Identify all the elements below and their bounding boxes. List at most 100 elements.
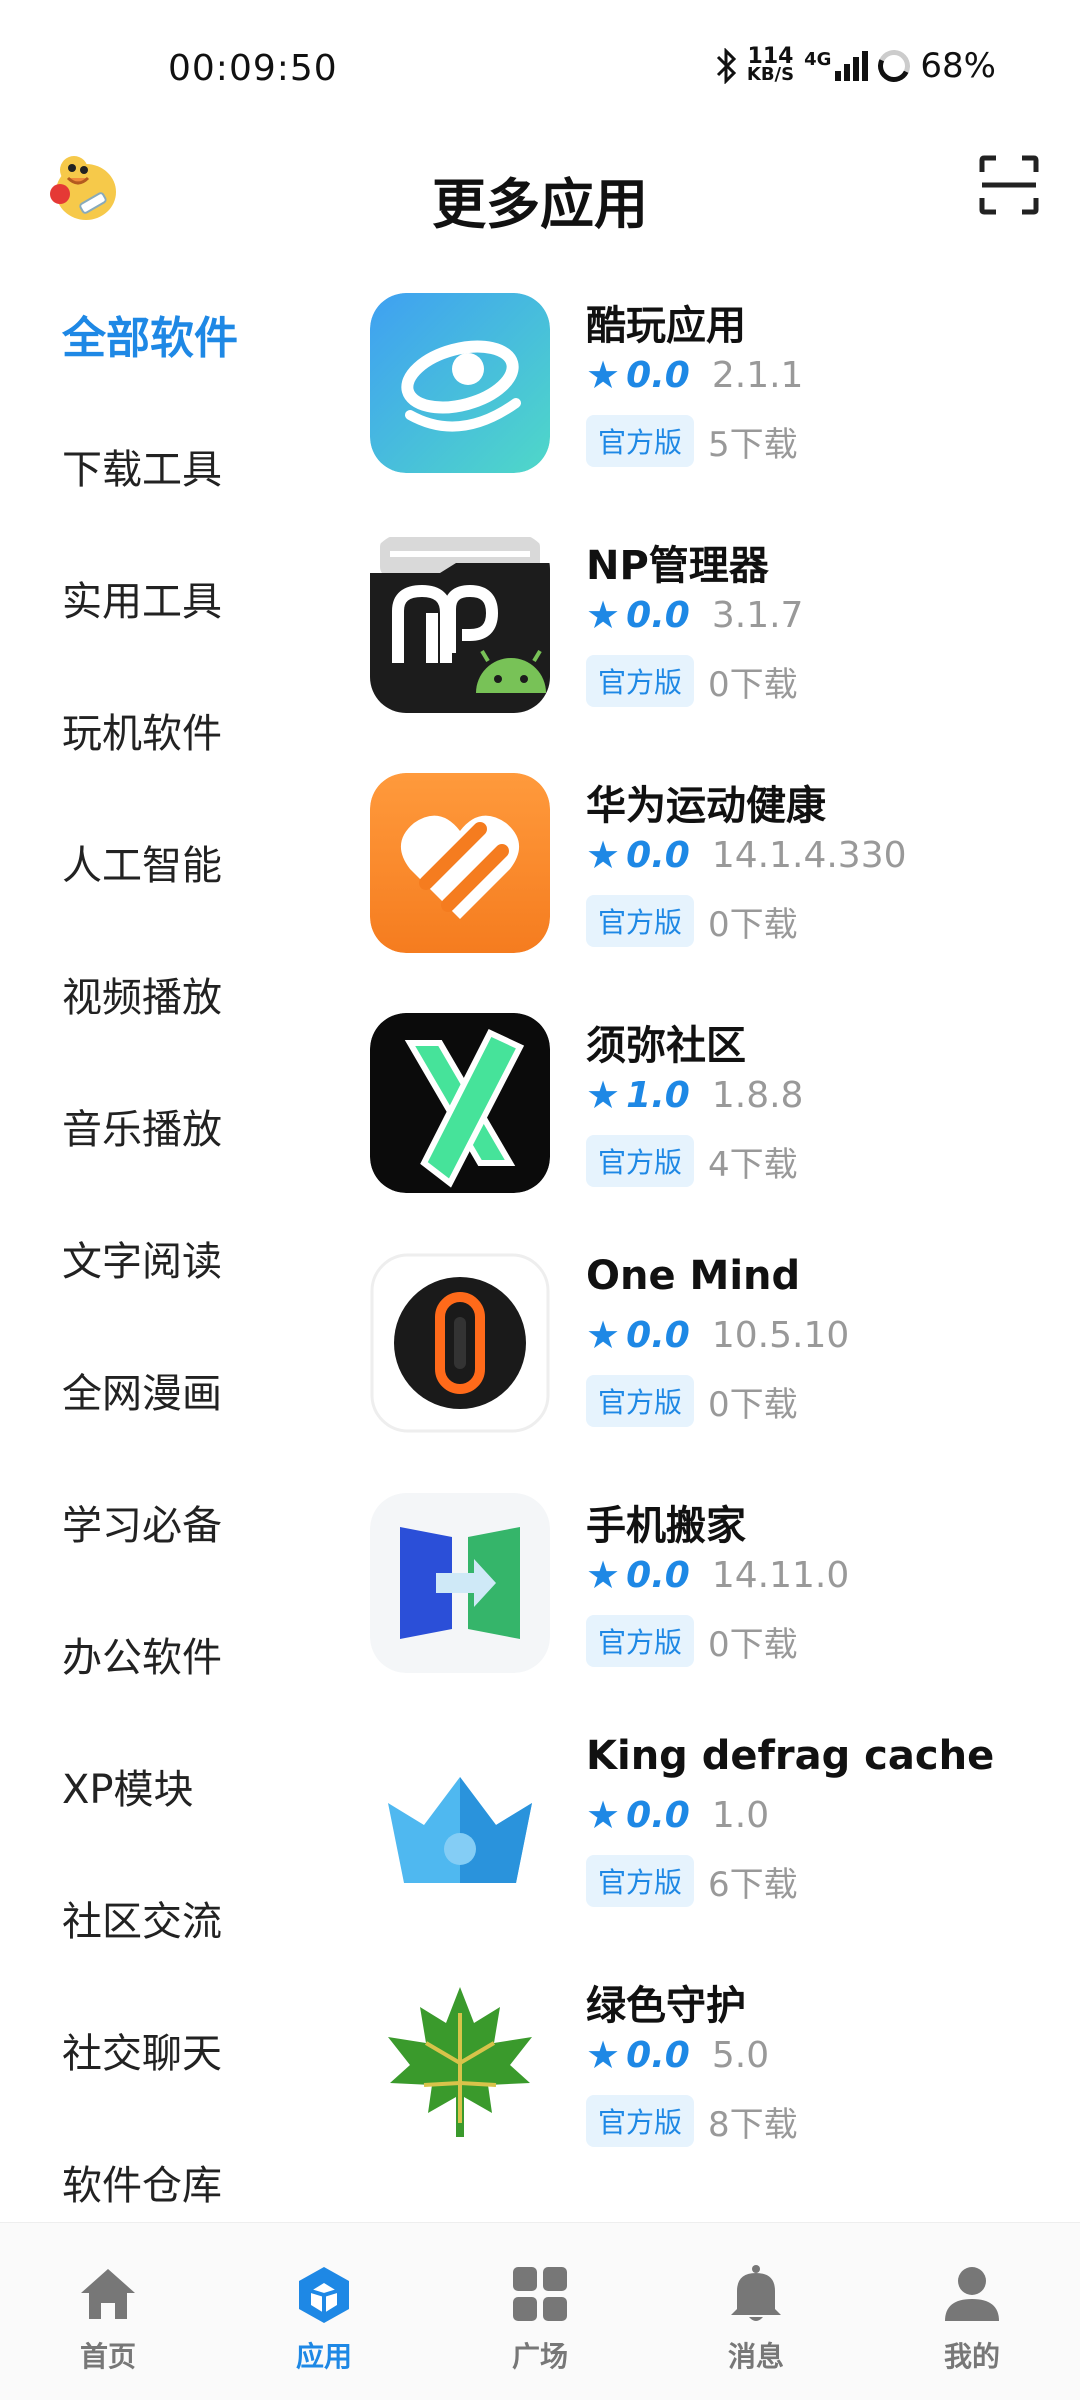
app-rating: 0.0 [626,354,690,396]
star-icon: ★ [586,1073,621,1117]
download-count: 0下载 [708,1384,798,1425]
app-version: 1.8.8 [711,1074,804,1116]
sidebar-item-utility-tools[interactable]: 实用工具 [0,532,330,664]
app-meta: ★ 0.0 3.1.7 [586,593,803,637]
maple-leaf-icon [370,1973,550,2153]
sidebar-item-social-chat[interactable]: 社交聊天 [0,1984,330,2116]
one-mind-icon [370,1253,550,1433]
list-item[interactable]: 酷玩应用 ★ 0.0 2.1.1 官方版 5下载 [370,283,1060,523]
official-badge: 官方版 [586,1615,695,1667]
app-rating: 0.0 [626,1794,690,1836]
download-count: 0下载 [708,1624,798,1665]
status-icons: 114 KB/S 4G 68% [715,44,996,88]
list-item[interactable]: King defrag cache ★ 0.0 1.0 官方版 6下载 [370,1723,1060,1963]
scan-icon[interactable] [978,154,1040,216]
kuwan-icon [370,293,550,473]
download-count: 0下载 [708,664,798,705]
app-version: 1.0 [711,1794,770,1836]
bluetooth-icon [716,48,737,84]
app-rating: 0.0 [626,1314,690,1356]
nav-messages[interactable]: 消息 [648,2223,864,2400]
sidebar-item-download-tools[interactable]: 下载工具 [0,400,330,532]
app-version: 14.11.0 [711,1554,850,1596]
app-rating: 0.0 [626,2034,690,2076]
download-count: 5下载 [708,424,798,465]
np-manager-icon [370,537,550,713]
app-version: 14.1.4.330 [711,834,907,876]
app-version: 2.1.1 [711,354,804,396]
nav-plaza[interactable]: 广场 [432,2223,648,2400]
battery-icon [873,45,915,87]
official-badge: 官方版 [586,1135,695,1187]
user-icon [945,2267,999,2321]
app-name: King defrag cache [586,1733,995,1779]
phone-clone-icon [370,1493,550,1673]
list-item[interactable]: 手机搬家 ★ 0.0 14.11.0 官方版 0下载 [370,1483,1060,1723]
bell-icon [731,2265,781,2321]
sidebar-item-study[interactable]: 学习必备 [0,1456,330,1588]
app-name: 须弥社区 [586,1023,746,1069]
nav-home[interactable]: 首页 [0,2223,216,2400]
list-item[interactable]: One Mind ★ 0.0 10.5.10 官方版 0下载 [370,1243,1060,1483]
header: 更多应用 [0,130,1080,260]
app-list: 酷玩应用 ★ 0.0 2.1.1 官方版 5下载 NP管理器 ★ 0.0 3.1 [370,283,1060,2203]
crown-icon [370,1733,550,1913]
status-bar: 00:09:50 114 KB/S 4G 68% [0,0,1080,130]
app-version: 3.1.7 [711,594,804,636]
list-item[interactable]: 绿色守护 ★ 0.0 5.0 官方版 8下载 [370,1963,1060,2203]
app-meta: ★ 0.0 10.5.10 [586,1313,849,1357]
bottom-nav: 首页 应用 广场 消息 我的 [0,2222,1080,2400]
star-icon: ★ [586,1553,621,1597]
star-icon: ★ [586,593,621,637]
category-sidebar: 全部软件 下载工具 实用工具 玩机软件 人工智能 视频播放 音乐播放 文字阅读 … [0,268,330,2248]
battery-level: 68% [920,46,996,86]
nav-apps[interactable]: 应用 [216,2223,432,2400]
app-meta: ★ 1.0 1.8.8 [586,1073,803,1117]
official-badge: 官方版 [586,2095,695,2147]
app-meta: ★ 0.0 2.1.1 [586,353,803,397]
official-badge: 官方版 [586,415,695,467]
star-icon: ★ [586,1313,621,1357]
list-item[interactable]: 须弥社区 ★ 1.0 1.8.8 官方版 4下载 [370,1003,1060,1243]
download-count: 6下载 [708,1864,798,1905]
home-icon [81,2269,135,2319]
nav-profile[interactable]: 我的 [864,2223,1080,2400]
download-count: 8下载 [708,2104,798,2145]
list-item[interactable]: 华为运动健康 ★ 0.0 14.1.4.330 官方版 0下载 [370,763,1060,1003]
star-icon: ★ [586,2033,621,2077]
app-rating: 0.0 [626,594,690,636]
page-title: 更多应用 [432,173,648,236]
sidebar-item-xp-modules[interactable]: XP模块 [0,1720,330,1852]
net-speed: 114 KB/S [746,44,795,85]
xumi-icon [370,1013,550,1193]
sidebar-item-community[interactable]: 社区交流 [0,1852,330,1984]
sidebar-item-comics[interactable]: 全网漫画 [0,1324,330,1456]
sidebar-item-all-software[interactable]: 全部软件 [0,268,330,400]
download-count: 0下载 [708,904,798,945]
sidebar-item-ai[interactable]: 人工智能 [0,796,330,928]
sidebar-item-video-players[interactable]: 视频播放 [0,928,330,1060]
cube-icon [299,2267,349,2323]
status-time: 00:09:50 [168,48,338,89]
app-name: NP管理器 [586,543,769,589]
sidebar-item-phone-tweaks[interactable]: 玩机软件 [0,664,330,796]
app-meta: ★ 0.0 14.1.4.330 [586,833,907,877]
app-name: 绿色守护 [586,1983,746,2029]
app-rating: 1.0 [626,1074,690,1116]
network-type: 4G [804,48,832,70]
sidebar-item-office[interactable]: 办公软件 [0,1588,330,1720]
list-item[interactable]: NP管理器 ★ 0.0 3.1.7 官方版 0下载 [370,523,1060,763]
star-icon: ★ [586,1793,621,1837]
sidebar-item-music-players[interactable]: 音乐播放 [0,1060,330,1192]
official-badge: 官方版 [586,1375,695,1427]
app-version: 10.5.10 [711,1314,850,1356]
app-name: One Mind [586,1253,801,1299]
app-name: 华为运动健康 [586,783,826,829]
official-badge: 官方版 [586,655,695,707]
huawei-health-icon [370,773,550,953]
app-name: 酷玩应用 [586,303,746,349]
sidebar-item-reading[interactable]: 文字阅读 [0,1192,330,1324]
app-rating: 0.0 [626,834,690,876]
official-badge: 官方版 [586,895,695,947]
app-meta: ★ 0.0 5.0 [586,2033,769,2077]
